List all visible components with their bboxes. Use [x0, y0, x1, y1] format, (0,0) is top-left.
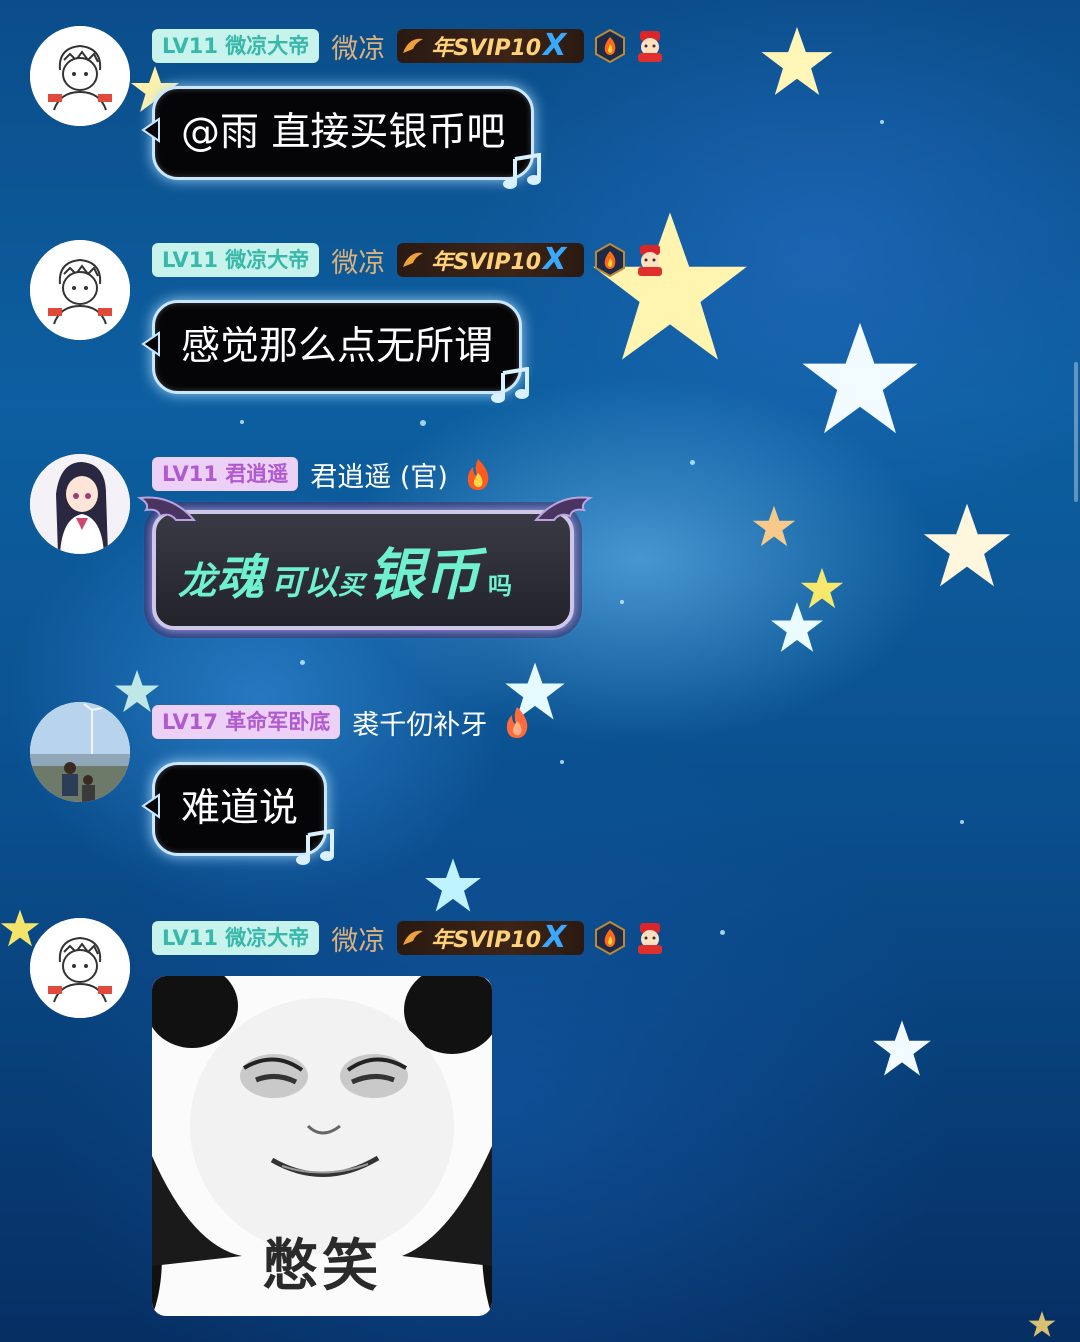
star-icon	[593, 212, 747, 360]
message-bubble[interactable]: @雨 直接买银币吧	[141, 86, 542, 189]
message-text: @雨 直接买银币吧	[181, 110, 506, 155]
fortune-god-icon	[634, 243, 666, 277]
message-text: 难道说	[181, 786, 299, 831]
flame-medal-icon	[594, 243, 626, 277]
bubble-tail-icon	[141, 331, 160, 357]
level-badge: LV11 君逍遥	[152, 457, 299, 491]
message-meta: LV11 微凉大帝 微凉 年SVIP10X	[152, 241, 674, 280]
level-badge: LV11 微凉大帝	[152, 921, 320, 955]
avatar[interactable]	[30, 26, 130, 126]
fortune-god-icon	[634, 29, 666, 63]
level-badge: LV17 革命军卧底	[152, 705, 341, 739]
star-icon	[923, 503, 1011, 587]
fortune-god-icon	[634, 921, 666, 955]
avatar-boy-sketch-icon	[30, 26, 130, 126]
avatar-boy-sketch-icon	[30, 918, 130, 1018]
scrollbar[interactable]	[1074, 362, 1078, 502]
level-badge: LV11 微凉大帝	[152, 29, 320, 63]
bat-wing-icon	[137, 496, 196, 521]
avatar[interactable]	[30, 240, 130, 340]
message-text: 感觉那么点无所谓	[181, 324, 494, 369]
music-note-icon	[491, 367, 530, 403]
message-text: 龙魂 可以买银币吗	[178, 542, 513, 608]
username[interactable]: 微凉	[331, 919, 385, 958]
fire-icon	[503, 705, 531, 739]
star-icon	[873, 1020, 931, 1076]
username[interactable]: 微凉	[331, 241, 385, 280]
svip-badge: 年SVIP10X	[397, 921, 585, 955]
avatar[interactable]	[30, 918, 130, 1018]
svip-wing-icon	[403, 930, 424, 945]
sticker-caption: 憋笑	[262, 1233, 382, 1299]
star-icon	[761, 26, 833, 96]
message-meta: LV17 革命军卧底 裘千仞补牙	[152, 703, 531, 742]
music-note-icon	[503, 153, 542, 189]
message-meta: LV11 君逍遥 君逍遥 (官)	[152, 455, 492, 494]
bubble-tail-icon	[141, 793, 160, 819]
message-meta: LV11 微凉大帝 微凉 年SVIP10X	[152, 27, 674, 66]
message-bubble[interactable]: 难道说	[141, 762, 335, 865]
username[interactable]: 微凉	[331, 27, 385, 66]
fire-icon	[464, 457, 492, 491]
message-bubble-ornate[interactable]: 龙魂 可以买银币吗	[137, 496, 593, 630]
sticker-image[interactable]: 憋笑	[152, 976, 492, 1316]
bubble-tail-icon	[141, 117, 160, 143]
avatar-anime-girl-icon	[30, 454, 130, 554]
username[interactable]: 裘千仞补牙	[352, 703, 487, 742]
flame-medal-icon	[594, 29, 626, 63]
svip-badge: 年SVIP10X	[397, 29, 585, 63]
avatar-photo-seaside-icon	[30, 702, 130, 802]
message-meta: LV11 微凉大帝 微凉 年SVIP10X	[152, 919, 674, 958]
star-icon	[0, 909, 40, 947]
star-icon	[1028, 1311, 1056, 1337]
svip-badge: 年SVIP10X	[397, 243, 585, 277]
music-note-icon	[296, 829, 335, 865]
star-icon	[752, 505, 796, 547]
avatar[interactable]	[30, 702, 130, 802]
message-bubble[interactable]: 感觉那么点无所谓	[141, 300, 530, 403]
star-icon	[425, 858, 481, 912]
svip-wing-icon	[403, 252, 424, 267]
flame-medal-icon	[594, 921, 626, 955]
avatar[interactable]	[30, 454, 130, 554]
svip-wing-icon	[403, 38, 424, 53]
star-icon	[800, 567, 844, 609]
bat-wing-icon	[534, 496, 593, 521]
level-badge: LV11 微凉大帝	[152, 243, 320, 277]
star-icon	[802, 322, 918, 434]
avatar-boy-sketch-icon	[30, 240, 130, 340]
username[interactable]: 君逍遥 (官)	[310, 455, 448, 494]
star-icon	[771, 602, 823, 652]
